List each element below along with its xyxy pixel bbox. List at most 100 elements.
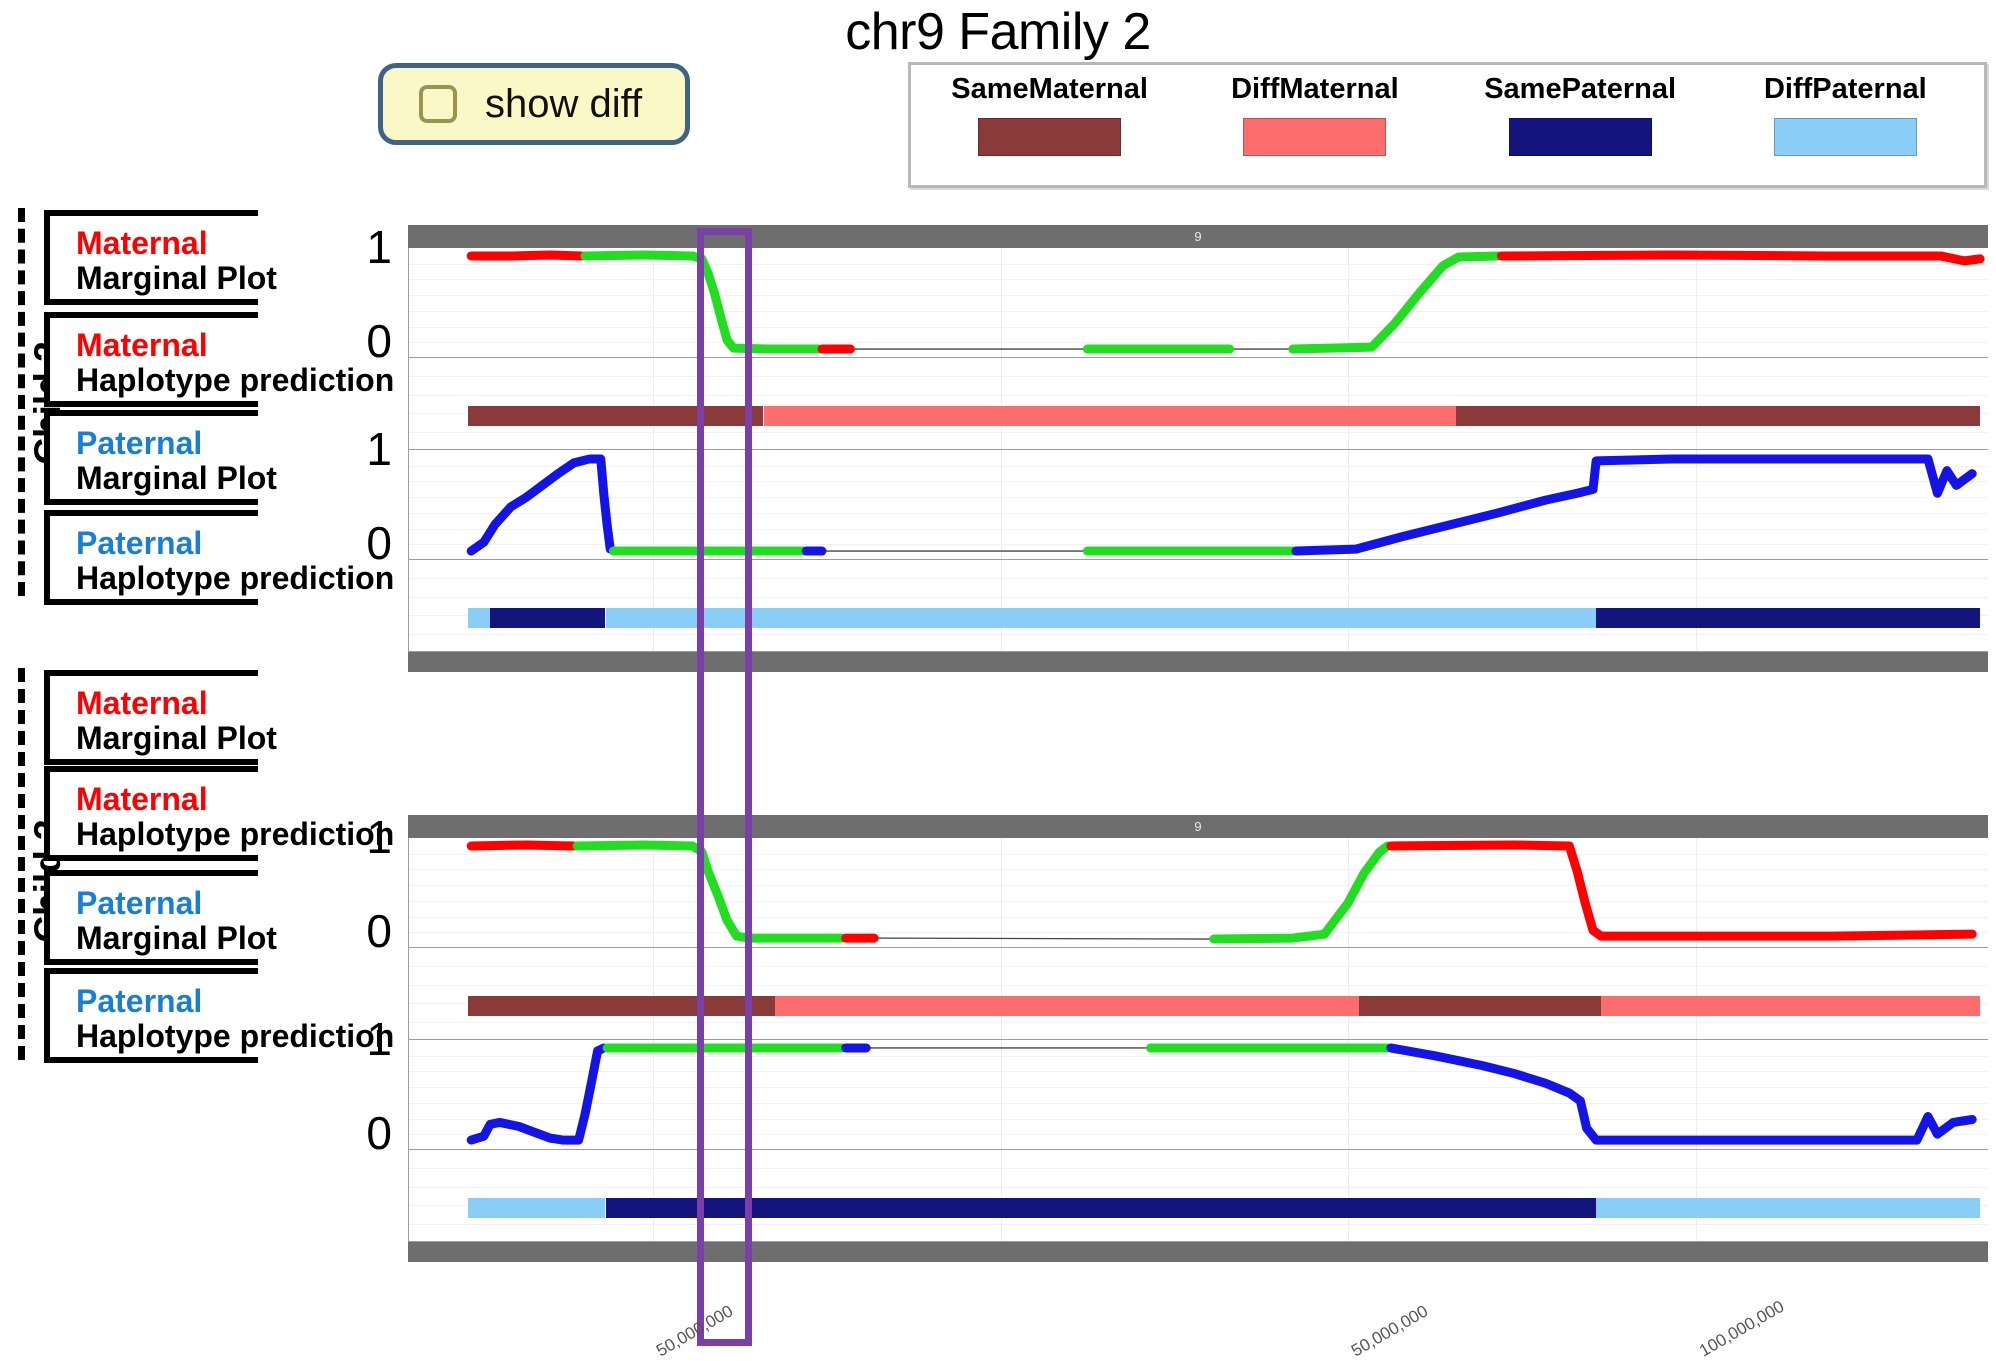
panel-child-2-paternal-haplotype [408, 560, 1988, 652]
x-tick-label: 100,000,000 [1695, 1296, 1788, 1361]
vertical-gridline [1695, 358, 1697, 450]
y-tick-1: 1 [366, 1013, 392, 1065]
x-tick-label: 50,000,000 [1348, 1301, 1432, 1361]
panel-child-3-maternal-haplotype [408, 948, 1988, 1040]
vertical-gridline [1000, 948, 1002, 1040]
legend-swatch-diffpaternal [1773, 118, 1917, 156]
legend-item-diffmaternal: DiffMaternal [1182, 73, 1447, 185]
panel-footer-bar [408, 1242, 1988, 1262]
vertical-gridline [1695, 560, 1697, 652]
row-label-child-2-paternal-haplotype: Paternal Haplotype prediction [44, 510, 395, 605]
row-label-child-2-paternal-marginal: Paternal Marginal Plot [44, 410, 277, 505]
legend-label-diffmaternal: DiffMaternal [1231, 73, 1399, 105]
horizontal-gridline [408, 597, 1988, 598]
marginal-trace [466, 250, 1985, 354]
row-kind-label: Marginal Plot [76, 919, 277, 956]
chromosome-ideogram-bar: 9 [408, 815, 1988, 838]
haplotype-segment-samematernal [468, 406, 764, 426]
y-axis-spine [408, 948, 409, 1040]
trace-segment [1288, 251, 1503, 354]
haplotype-bar [408, 996, 1988, 1016]
row-kind-label: Haplotype prediction [76, 559, 395, 596]
row-parent-label: Paternal [76, 885, 203, 921]
row-kind-label: Haplotype prediction [76, 1017, 395, 1054]
legend-item-samepaternal: SamePaternal [1448, 73, 1713, 185]
row-parent-label: Paternal [76, 525, 203, 561]
vertical-gridline [1000, 1150, 1002, 1242]
haplotype-segment-diffmaternal [774, 996, 1360, 1016]
y-tick-0: 0 [366, 905, 392, 957]
horizontal-gridline [408, 985, 1988, 986]
trace-segment [1386, 1043, 1977, 1145]
vertical-gridline [1695, 948, 1697, 1040]
trace-segment [466, 250, 587, 261]
panel-child-3-paternal-haplotype [408, 1150, 1988, 1242]
vertical-gridline [1000, 560, 1002, 652]
legend-label-diffpaternal: DiffPaternal [1763, 73, 1927, 105]
row-label-child-3-maternal-haplotype: Maternal Haplotype prediction [44, 766, 394, 861]
panel-footer-bar [408, 652, 1988, 672]
row-parent-label: Maternal [76, 327, 208, 363]
row-parent-label: Maternal [76, 781, 208, 817]
vertical-gridline [652, 1150, 654, 1242]
y-tick-1: 1 [366, 811, 392, 863]
legend-swatch-samematernal [978, 118, 1122, 156]
y-tick-1: 1 [366, 423, 392, 475]
horizontal-gridline [408, 1224, 1988, 1225]
vertical-gridline [652, 358, 654, 450]
vertical-gridline [1000, 358, 1002, 450]
horizontal-gridline [408, 432, 1988, 433]
row-parent-label: Paternal [76, 425, 203, 461]
legend-swatch-samepaternal [1508, 118, 1652, 156]
child-bracket-2 [18, 668, 25, 1060]
row-label-child-3-paternal-haplotype: Paternal Haplotype prediction [44, 968, 395, 1063]
vertical-gridline [652, 560, 654, 652]
trace-segment [466, 1043, 609, 1145]
trace-segment [1386, 840, 1977, 941]
trace-segment [580, 250, 824, 354]
horizontal-gridline [408, 376, 1988, 377]
panel-child-3-maternal-marginal: 10 [366, 814, 1988, 954]
vertical-gridline [1348, 358, 1350, 450]
haplotype-segment-diffmaternal [1600, 996, 1981, 1016]
marginal-trace [466, 454, 1977, 556]
show-diff-checkbox[interactable] [419, 85, 457, 123]
haplotype-bar [408, 608, 1988, 628]
row-kind-label: Marginal Plot [76, 259, 277, 296]
trace-segment [466, 840, 579, 851]
y-axis-spine [408, 358, 409, 450]
horizontal-gridline [408, 1187, 1988, 1188]
horizontal-gridline [408, 1022, 1988, 1023]
haplotype-segment-samematernal [1455, 406, 1981, 426]
panel-child-2-maternal-marginal: 10 [366, 224, 1988, 364]
row-parent-label: Maternal [76, 225, 208, 261]
haplotype-bar [408, 406, 1988, 426]
y-axis-spine [408, 1150, 409, 1242]
horizontal-gridline [408, 1168, 1988, 1169]
row-kind-label: Marginal Plot [76, 719, 277, 756]
trace-segment [1291, 454, 1977, 556]
trace-segment [1496, 250, 1985, 266]
vertical-gridline [1348, 1150, 1350, 1242]
marginal-trace [466, 840, 1977, 944]
vertical-gridline [652, 948, 654, 1040]
panel-child-3-paternal-marginal: 10 [366, 1016, 1988, 1156]
legend-item-samematernal: SameMaternal [917, 73, 1182, 185]
panel-child-2-maternal-haplotype [408, 358, 1988, 450]
y-tick-0: 0 [366, 1107, 392, 1159]
haplotype-segment-diffpaternal [468, 1198, 606, 1218]
show-diff-toggle[interactable]: show diff [378, 63, 690, 145]
horizontal-gridline [408, 634, 1988, 635]
horizontal-gridline [408, 395, 1988, 396]
haplotype-segment-diffpaternal [605, 608, 1597, 628]
horizontal-gridline [408, 966, 1988, 967]
haplotype-segment-samepaternal [605, 1198, 1597, 1218]
legend-swatch-diffmaternal [1243, 118, 1387, 156]
trace-segment [1209, 841, 1393, 944]
show-diff-label: show diff [485, 81, 643, 126]
row-label-child-2-maternal-marginal: Maternal Marginal Plot [44, 210, 277, 305]
row-label-child-3-paternal-marginal: Paternal Marginal Plot [44, 870, 277, 965]
y-tick-1: 1 [366, 221, 392, 273]
row-label-child-2-maternal-haplotype: Maternal Haplotype prediction [44, 312, 394, 407]
marginal-trace [466, 1043, 1977, 1145]
